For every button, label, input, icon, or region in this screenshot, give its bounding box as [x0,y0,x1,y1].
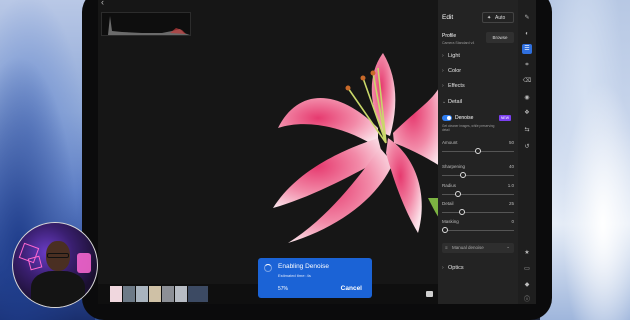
tag-icon[interactable]: ◆ [522,280,532,290]
toast-percent: 57% [278,286,289,292]
sliders-icon[interactable]: ☰ [522,44,532,54]
comment-icon[interactable]: ▭ [522,264,532,274]
brush-icon[interactable]: ✎ [522,13,532,23]
slider-value: 0 [511,219,514,224]
slider-knob[interactable] [459,172,466,178]
section-light[interactable]: › Light [442,53,514,59]
slider-knob[interactable] [442,227,448,233]
crop-icon[interactable]: ⌗ [522,60,532,70]
mask-icon[interactable]: ◐ [522,29,532,39]
slider-label: Radius [442,183,457,188]
manual-denoise-label: Manual denoise [452,245,484,250]
spinner-icon [264,264,272,272]
section-label: Light [448,53,460,59]
filmstrip-thumb[interactable] [188,286,208,302]
auto-label: Auto [495,15,506,21]
sliders-small-icon: ≡ [445,245,448,250]
history-icon[interactable]: ↺ [522,142,532,152]
slider-label: Masking [442,219,459,224]
slider-track[interactable] [442,175,514,176]
tool-rail: ✎ ◐ ☰ ⌗ ⌫ ◉ ❖ ⇆ ↺ ★ ▭ ◆ ⓘ [518,0,536,304]
auto-button[interactable]: ✦ Auto [482,12,514,23]
slider-2: Radius 1.0 [442,183,514,188]
slider-knob[interactable] [475,148,481,154]
section-label: Color [448,68,462,74]
neon-decoration [27,255,43,271]
eraser-icon[interactable]: ⌫ [522,76,532,86]
slider-track[interactable] [442,194,514,195]
filmstrip-thumb[interactable] [123,286,135,302]
denoise-description: Get cleaner images, while preserving det… [442,124,495,133]
filmstrip-toggle-icon[interactable] [426,291,433,297]
slider-value: 1.0 [507,183,514,188]
denoise-toggle[interactable] [442,115,452,121]
slider-value: 50 [508,140,514,145]
webcam-overlay [12,222,98,308]
new-badge: NEW [499,115,511,121]
lily-photo [273,53,443,243]
slider-1: Sharpening 40 [442,164,514,169]
browse-button[interactable]: Browse [486,32,514,43]
edit-panel: Edit ✦ Auto Profile Camera Standard v4 B… [438,0,518,304]
slider-label: Amount [442,140,458,145]
redeye-icon[interactable]: ◉ [522,93,532,103]
slider-4: Masking 0 [442,219,514,224]
neon-light [77,253,91,273]
filmstrip-thumb[interactable] [110,286,122,302]
section-optics[interactable]: › Optics [442,265,514,271]
section-effects[interactable]: › Effects [442,83,514,89]
section-label: Optics [448,265,464,271]
slider-label: Sharpening [442,164,466,169]
section-detail[interactable]: ⌄ Detail [442,99,514,105]
manual-denoise-dropdown[interactable]: ≡ Manual denoise ⌄ [442,243,514,253]
section-color[interactable]: › Color [442,68,514,74]
slider-label: Detail [442,201,454,206]
auto-icon: ✦ [487,15,492,21]
slider-value: 25 [508,201,514,206]
section-label: Effects [448,83,465,89]
star-icon[interactable]: ★ [522,248,532,258]
filmstrip-thumb[interactable] [162,286,174,302]
slider-0: Amount 50 [442,140,514,145]
histogram [101,12,191,36]
lightroom-screen: ‹ Enabling Denoise Estimated time: 4s 57… [98,0,536,304]
desktop-wallpaper-right [540,0,630,320]
slider-value: 40 [508,164,514,169]
glasses-icon [47,253,69,258]
slider-knob[interactable] [458,209,465,215]
slider-track[interactable] [442,230,514,231]
chevron-down-icon: ⌄ [506,244,510,249]
toast-title: Enabling Denoise [278,263,329,270]
back-arrow-icon[interactable]: ‹ [101,0,104,7]
toast-subtitle: Estimated time: 4s [278,273,311,278]
photo-canvas[interactable]: ‹ Enabling Denoise Estimated time: 4s 57… [98,0,443,304]
slider-track[interactable] [442,212,514,213]
section-label: Detail [448,99,463,105]
presets-icon[interactable]: ❖ [522,108,532,118]
cancel-button[interactable]: Cancel [341,285,362,292]
presenter-body [31,271,85,307]
filmstrip-thumb[interactable] [149,286,161,302]
filmstrip-thumb[interactable] [136,286,148,302]
slider-knob[interactable] [455,191,462,197]
filmstrip-thumb[interactable] [175,286,187,302]
denoise-progress-toast: Enabling Denoise Estimated time: 4s 57% … [258,258,372,298]
versions-icon[interactable]: ⇆ [522,125,532,135]
info-icon[interactable]: ⓘ [522,295,532,304]
slider-3: Detail 25 [442,201,514,206]
